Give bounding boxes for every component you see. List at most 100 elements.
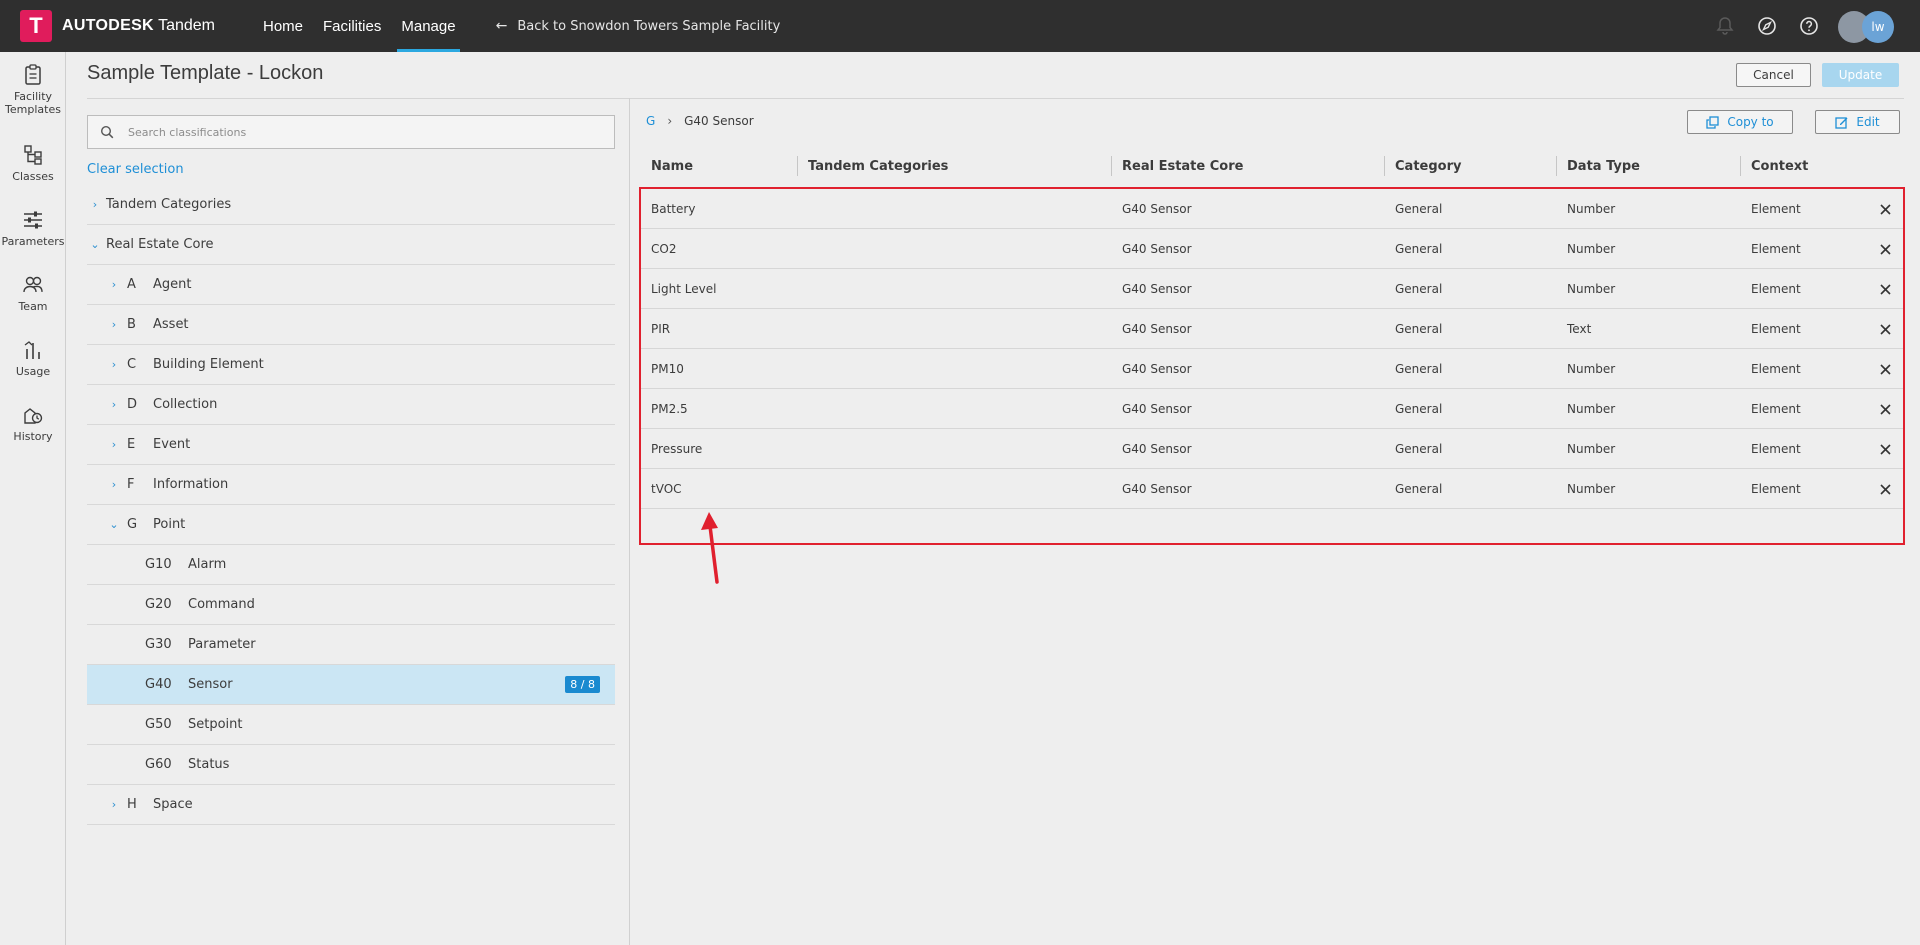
tree-item-label: Tandem Categories <box>106 197 232 212</box>
chevron-right-icon[interactable]: › <box>109 278 119 291</box>
tree-item[interactable]: › Tandem Categories <box>87 185 615 225</box>
column-header-real-estate-core[interactable]: Real Estate Core <box>1122 150 1243 182</box>
tree-item[interactable]: G20 Command <box>87 585 615 625</box>
chevron-right-icon[interactable]: › <box>90 198 100 211</box>
rail-facility-templates[interactable]: Facility Templates <box>0 64 66 116</box>
top-bar: T AUTODESK Tandem Home Facilities Manage… <box>0 0 1920 52</box>
rail-classes[interactable]: Classes <box>0 144 66 183</box>
tree-item-label: Sensor <box>188 677 233 692</box>
tree-item-code: G20 <box>145 597 172 612</box>
column-header-name[interactable]: Name <box>651 150 693 182</box>
tree-item[interactable]: › H Space <box>87 785 615 825</box>
left-rail: Facility Templates Classes Parameters Te… <box>0 52 66 945</box>
edit-button[interactable]: Edit <box>1815 110 1900 134</box>
tree-item-code: G60 <box>145 757 172 772</box>
chevron-down-icon[interactable]: ⌄ <box>109 518 119 531</box>
tree-item-label: Alarm <box>188 557 227 572</box>
column-header-category[interactable]: Category <box>1395 150 1461 182</box>
tree-item-label: Information <box>153 477 229 492</box>
tree-item[interactable]: › E Event <box>87 425 615 465</box>
product-name: Tandem <box>158 17 215 34</box>
tree-item-label: Collection <box>153 397 218 412</box>
tree-item-label: Real Estate Core <box>106 237 214 252</box>
annotation-arrow-icon <box>701 512 719 584</box>
chevron-right-icon: › <box>667 114 673 128</box>
usage-chart-icon <box>24 341 40 359</box>
rail-history[interactable]: History <box>0 404 66 443</box>
tree-item-code: C <box>127 357 137 372</box>
tree-item[interactable]: › F Information <box>87 465 615 505</box>
tree-item[interactable]: ⌄ G Point <box>87 505 615 545</box>
selection-count-badge: 8 / 8 <box>565 676 600 693</box>
search-icon <box>100 125 114 139</box>
rail-team[interactable]: Team <box>0 274 66 313</box>
edit-icon <box>1835 116 1848 129</box>
tree-item-code: G10 <box>145 557 172 572</box>
breadcrumb-current: G40 Sensor <box>684 114 754 128</box>
column-header-context[interactable]: Context <box>1751 150 1808 182</box>
rail-parameters[interactable]: Parameters <box>0 209 66 248</box>
classification-search[interactable] <box>87 115 615 149</box>
tree-item-code: B <box>127 317 136 332</box>
arrow-left-icon: ← <box>495 18 508 34</box>
bell-icon[interactable] <box>1714 15 1736 37</box>
tree-item-code: G50 <box>145 717 172 732</box>
tree-item[interactable]: › B Asset <box>87 305 615 345</box>
tree-item-code: H <box>127 797 137 812</box>
nav-home[interactable]: Home <box>253 0 313 52</box>
tree-item[interactable]: G10 Alarm <box>87 545 615 585</box>
tree-item-code: A <box>127 277 136 292</box>
copy-to-button[interactable]: Copy to <box>1687 110 1793 134</box>
tree-item-label: Asset <box>153 317 189 332</box>
main-nav: Home Facilities Manage <box>253 0 466 52</box>
tree-item-label: Command <box>188 597 255 612</box>
clear-selection-link[interactable]: Clear selection <box>87 162 184 177</box>
help-icon[interactable] <box>1798 15 1820 37</box>
tree-item-label: Building Element <box>153 357 264 372</box>
breadcrumb-root[interactable]: G <box>646 114 655 128</box>
chevron-right-icon[interactable]: › <box>109 398 119 411</box>
tree-item[interactable]: › D Collection <box>87 385 615 425</box>
tree-item[interactable]: G40 Sensor 8 / 8 <box>87 665 615 705</box>
tree-item[interactable]: › A Agent <box>87 265 615 305</box>
tree-item[interactable]: G60 Status <box>87 745 615 785</box>
avatar-initials: lw <box>1862 11 1894 43</box>
breadcrumb: G › G40 Sensor <box>646 114 754 128</box>
nav-manage[interactable]: Manage <box>391 0 465 52</box>
cancel-button[interactable]: Cancel <box>1736 63 1811 87</box>
tree-item-label: Space <box>153 797 193 812</box>
sliders-icon <box>24 211 42 229</box>
column-header-data-type[interactable]: Data Type <box>1567 150 1640 182</box>
autodesk-tandem-logo[interactable]: T AUTODESK Tandem <box>20 0 215 52</box>
tree-item-label: Point <box>153 517 186 532</box>
tree-item-code: F <box>127 477 135 492</box>
chevron-right-icon[interactable]: › <box>109 478 119 491</box>
user-avatar[interactable]: lw <box>1838 9 1898 43</box>
table-header: Name Tandem Categories Real Estate Core … <box>639 150 1904 182</box>
column-header-tandem-categories[interactable]: Tandem Categories <box>808 150 948 182</box>
tree-item[interactable]: › C Building Element <box>87 345 615 385</box>
chevron-right-icon[interactable]: › <box>109 318 119 331</box>
update-button[interactable]: Update <box>1822 63 1899 87</box>
brand-name: AUTODESK <box>62 17 154 34</box>
clipboard-icon <box>25 64 41 85</box>
search-input[interactable] <box>128 125 608 139</box>
nav-facilities[interactable]: Facilities <box>313 0 391 52</box>
back-to-facility-link[interactable]: ← Back to Snowdon Towers Sample Facility <box>496 18 781 34</box>
tree-item[interactable]: ⌄ Real Estate Core <box>87 225 615 265</box>
panel-divider <box>629 98 630 945</box>
rail-usage[interactable]: Usage <box>0 339 66 378</box>
chevron-right-icon[interactable]: › <box>109 798 119 811</box>
tree-item-label: Setpoint <box>188 717 243 732</box>
tree-item[interactable]: G30 Parameter <box>87 625 615 665</box>
tree-item-code: G <box>127 517 138 532</box>
tree-item-label: Parameter <box>188 637 256 652</box>
tree-item-code: G30 <box>145 637 172 652</box>
tree-item[interactable]: G50 Setpoint <box>87 705 615 745</box>
compass-icon[interactable] <box>1756 15 1778 37</box>
chevron-right-icon[interactable]: › <box>109 438 119 451</box>
chevron-right-icon[interactable]: › <box>109 358 119 371</box>
tree-item-code: G40 <box>145 677 172 692</box>
chevron-down-icon[interactable]: ⌄ <box>90 238 100 251</box>
tree-item-label: Status <box>188 757 230 772</box>
